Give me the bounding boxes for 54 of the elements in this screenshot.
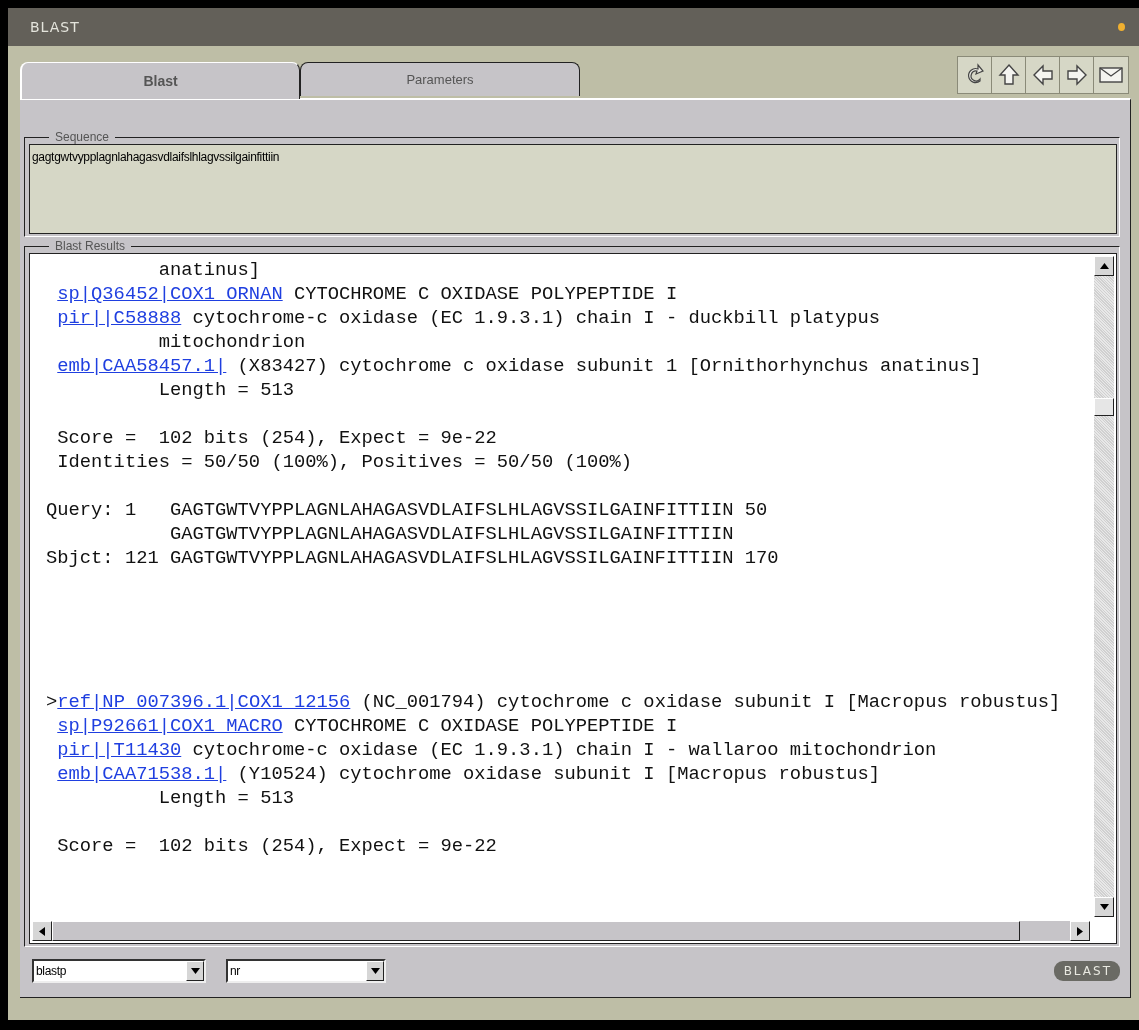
scroll-down-button[interactable] [1094,897,1114,917]
accession-link[interactable]: pir||T11430 [57,739,182,761]
scroll-left-button[interactable] [32,921,52,941]
result-text: Length = 513 [157,379,294,401]
home-button[interactable] [992,57,1026,93]
result-text: Length = 513 [157,787,294,809]
result-text: Query: 1 GAGTGWTVYPPLAGNLAHAGASVDLAIFSLHLAGVSSILGAINFITTIIN 50 [46,499,768,521]
accession-link[interactable]: emb|CAA58457.1| [57,355,227,377]
back-button[interactable] [1026,57,1060,93]
right-triangle-icon [1077,926,1083,936]
up-arrow-icon [997,63,1020,87]
tab[interactable]: Blast [20,62,300,99]
window-title: BLAST [30,19,80,35]
result-text: cytochrome-c oxidase (EC 1.9.3.1) chain I - duckbill platypus [191,307,881,329]
accession-link[interactable]: pir||C58888 [57,307,182,329]
result-text: cytochrome-c oxidase (EC 1.9.3.1) chain I - wallaroo mitochondrion [191,739,937,761]
dropdown-arrow-icon [190,968,200,974]
scroll-thumb[interactable] [1094,398,1114,416]
result-text: anatinus] [157,259,261,281]
result-text: (NC_001794) cytochrome c oxidase subunit I [Macropus robustus] [360,691,1061,713]
result-text: mitochondrion [157,331,306,353]
accession-link[interactable]: sp|P92661|COX1_MACRO [57,715,283,737]
down-triangle-icon [1099,904,1109,910]
left-arrow-icon [1031,63,1054,87]
sequence-field[interactable]: gagtgwtvypplagnlahagasvdlaifslhlagvssilgainfittiin [29,144,1117,234]
result-text: (Y10524) cytochrome oxidase subunit I [Macropus robustus] [236,763,881,785]
result-text: (X83427) cytochrome c oxidase subunit 1 [Ornithorhynchus anatinus] [236,355,982,377]
up-triangle-icon [1099,263,1109,269]
program-select[interactable]: blastp [32,959,206,983]
envelope-icon [1098,65,1124,85]
forward-button[interactable] [1060,57,1094,93]
tab[interactable]: Parameters [300,62,580,96]
scroll-right-button[interactable] [1070,921,1090,941]
result-text: Score = 102 bits (254), Expect = 9e-22 [56,427,497,449]
scroll-up-button[interactable] [1094,256,1114,276]
database-select[interactable]: nr [226,959,386,983]
result-text: Score = 102 bits (254), Expect = 9e-22 [56,835,497,857]
reload-button[interactable] [958,57,992,93]
result-text: Identities = 50/50 (100%), Positives = 50/50 (100%) [56,451,633,473]
blast-button[interactable]: BLAST [1053,961,1120,981]
result-text: CYTOCHROME C OXIDASE POLYPEPTIDE I [292,283,678,305]
group-label: Sequence [54,130,111,144]
accession-link[interactable]: emb|CAA71538.1| [57,763,227,785]
result-text: GAGTGWTVYPPLAGNLAHAGASVDLAIFSLHLAGVSSILGAINFITTIIN [168,523,734,545]
right-arrow-icon [1065,63,1088,87]
mail-button[interactable] [1094,57,1128,93]
dropdown-arrow-icon [370,968,380,974]
result-text: > [46,691,58,713]
accession-link[interactable]: ref|NP_007396.1|COX1_12156 [57,691,351,713]
accession-link[interactable]: sp|Q36452|COX1_ORNAN [57,283,283,305]
result-text: Sbjct: 121 GAGTGWTVYPPLAGNLAHAGASVDLAIFSLHLAGVSSILGAINFITTIIN 170 [46,547,779,569]
group-label: Blast Results [54,239,127,253]
result-text: CYTOCHROME C OXIDASE POLYPEPTIDE I [292,715,678,737]
left-triangle-icon [39,926,45,936]
